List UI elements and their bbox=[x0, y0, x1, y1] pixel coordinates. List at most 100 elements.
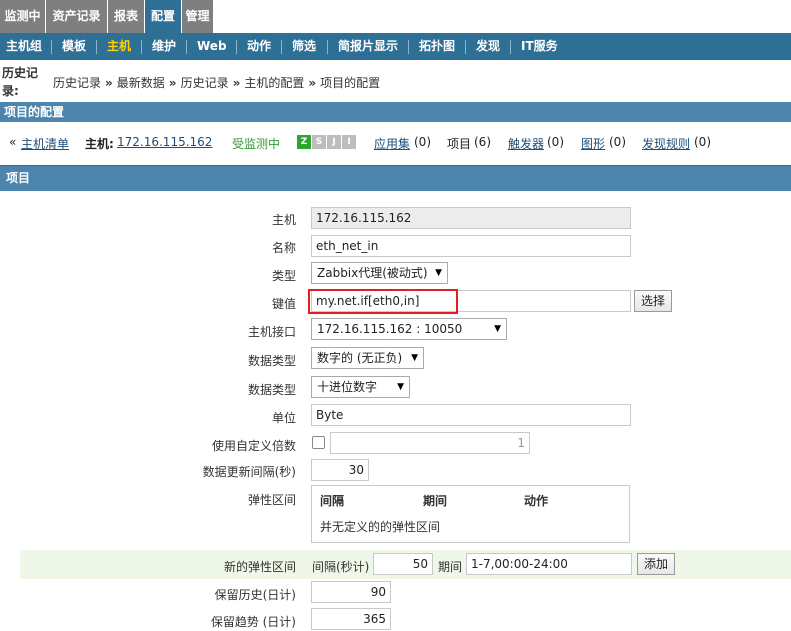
items-label: 项目 bbox=[447, 137, 472, 151]
new-flex-interval-input[interactable]: 50 bbox=[373, 553, 433, 575]
subnav-item-templates[interactable]: 模板 bbox=[62, 33, 86, 60]
new-flex-label: 新的弹性区间 bbox=[223, 560, 296, 574]
tab-configuration[interactable]: 配置 bbox=[145, 0, 181, 33]
multiplier-input: 1 bbox=[330, 432, 530, 454]
flex-column-interval: 间隔 bbox=[320, 494, 345, 508]
graphs-link[interactable]: 图形 bbox=[581, 135, 605, 152]
interval-input[interactable]: 30 bbox=[311, 459, 369, 481]
breadcrumb-item[interactable]: 最新数据 bbox=[117, 76, 165, 90]
type-select[interactable]: Zabbix代理(被动式) ▼ bbox=[311, 262, 448, 284]
chevron-down-icon: ▼ bbox=[397, 382, 404, 392]
subnav-separator bbox=[96, 40, 97, 54]
data-format-field-label: 数据类型 bbox=[247, 383, 296, 397]
triggers-count: (0) bbox=[547, 135, 564, 149]
top-navigation-fill bbox=[213, 0, 791, 33]
subnav-separator bbox=[281, 40, 282, 54]
data-type-select[interactable]: 数字的 (无正负) ▼ bbox=[311, 347, 424, 369]
key-select-button[interactable]: 选择 bbox=[634, 290, 673, 312]
subnav-item-hosts[interactable]: 主机 bbox=[107, 33, 131, 60]
subnav-separator bbox=[327, 40, 328, 54]
graphs-count: (0) bbox=[609, 135, 626, 149]
subnav-item-actions[interactable]: 动作 bbox=[247, 33, 271, 60]
breadcrumb-item[interactable]: 主机的配置 bbox=[244, 76, 304, 90]
breadcrumb-separator: » bbox=[308, 76, 317, 90]
interval-field-label: 数据更新间隔(秒) bbox=[202, 465, 296, 479]
history-days-input[interactable]: 90 bbox=[311, 581, 391, 603]
key-highlight-box bbox=[308, 289, 458, 314]
add-flex-button[interactable]: 添加 bbox=[637, 553, 676, 575]
subnav-item-web[interactable]: Web bbox=[197, 33, 227, 60]
units-input[interactable]: Byte bbox=[311, 404, 631, 426]
subnav-separator bbox=[510, 40, 511, 54]
subnav-item-maintenance[interactable]: 维护 bbox=[152, 33, 176, 60]
trends-days-input[interactable]: 365 bbox=[311, 608, 391, 630]
tab-reports[interactable]: 报表 bbox=[108, 0, 144, 33]
name-input[interactable]: eth_net_in bbox=[311, 235, 631, 257]
trends-days-label: 保留趋势 (日计) bbox=[210, 615, 296, 629]
breadcrumb: 历史记录» 最新数据» 历史记录» 主机的配置» 项目的配置 bbox=[53, 74, 380, 91]
snmp-icon: S bbox=[312, 135, 326, 149]
items-count: (6) bbox=[474, 135, 491, 149]
top-navigation: 监测中 资产记录 报表 配置 管理 bbox=[0, 0, 791, 33]
section-header: 项目 bbox=[0, 165, 791, 191]
interface-field-label: 主机接口 bbox=[247, 325, 296, 339]
multiplier-field-label: 使用自定义倍数 bbox=[211, 439, 296, 453]
new-flex-interval-label: 间隔(秒计) bbox=[312, 560, 370, 574]
tab-administration[interactable]: 管理 bbox=[182, 0, 213, 33]
history-bar: 历史记录: 历史记录» 最新数据» 历史记录» 主机的配置» 项目的配置 bbox=[0, 60, 791, 102]
interface-select[interactable]: 172.16.115.162 : 10050 ▼ bbox=[311, 318, 507, 340]
host-field: 172.16.115.162 bbox=[311, 207, 631, 229]
subnav-separator bbox=[236, 40, 237, 54]
subnav-item-maps[interactable]: 拓扑图 bbox=[419, 33, 455, 60]
new-flex-period-input[interactable]: 1-7,00:00-24:00 bbox=[466, 553, 632, 575]
ipmi-icon: I bbox=[342, 135, 356, 149]
subnav-separator bbox=[51, 40, 52, 54]
host-context-bar: « 主机清单 主机: 172.16.115.162 受监测中 Z S J I 应… bbox=[0, 130, 791, 156]
flex-column-action: 动作 bbox=[524, 494, 549, 508]
data-type-field-label: 数据类型 bbox=[247, 354, 296, 368]
chevron-down-icon: ▼ bbox=[435, 268, 442, 278]
breadcrumb-separator: » bbox=[232, 76, 241, 90]
data-type-select-value: 数字的 (无正负) bbox=[317, 351, 403, 365]
name-field-label: 名称 bbox=[271, 241, 296, 255]
data-format-select[interactable]: 十进位数字 ▼ bbox=[311, 376, 410, 398]
subnav-item-discovery[interactable]: 发现 bbox=[476, 33, 500, 60]
subnav-separator bbox=[141, 40, 142, 54]
multiplier-checkbox[interactable] bbox=[312, 436, 325, 449]
triggers-link[interactable]: 触发器 bbox=[508, 135, 544, 152]
host-ip-link[interactable]: 172.16.115.162 bbox=[117, 135, 212, 149]
history-label: 历史记录: bbox=[2, 66, 39, 98]
host-field-label: 主机 bbox=[271, 213, 296, 227]
breadcrumb-item[interactable]: 历史记录 bbox=[53, 76, 101, 90]
jmx-icon: J bbox=[327, 135, 341, 149]
applications-link[interactable]: 应用集 bbox=[374, 135, 410, 152]
units-field-label: 单位 bbox=[271, 411, 296, 425]
chevron-down-icon: ▼ bbox=[411, 353, 418, 363]
subnav-separator bbox=[186, 40, 187, 54]
discovery-rules-link[interactable]: 发现规则 bbox=[642, 135, 690, 152]
breadcrumb-item[interactable]: 项目的配置 bbox=[320, 76, 380, 90]
type-select-value: Zabbix代理(被动式) bbox=[317, 266, 428, 280]
new-flex-period-label: 期间 bbox=[438, 560, 463, 574]
type-field-label: 类型 bbox=[271, 269, 296, 283]
data-format-select-value: 十进位数字 bbox=[317, 380, 378, 394]
tab-inventory[interactable]: 资产记录 bbox=[46, 0, 107, 33]
chevron-down-icon: ▼ bbox=[494, 324, 501, 334]
host-status[interactable]: 受监测中 bbox=[232, 135, 280, 152]
flex-empty-message: 并无定义的的弹性区间 bbox=[320, 520, 441, 534]
host-list-link[interactable]: 主机清单 bbox=[21, 135, 69, 152]
subnav-item-filters[interactable]: 筛选 bbox=[292, 33, 316, 60]
sub-navigation: 主机组 模板 主机 维护 Web 动作 筛选 简报片显示 拓扑图 发现 IT服务 bbox=[0, 33, 791, 60]
subnav-separator bbox=[465, 40, 466, 54]
subnav-item-host-groups[interactable]: 主机组 bbox=[6, 33, 42, 60]
flex-intervals-table: 间隔 期间 动作 并无定义的的弹性区间 bbox=[311, 485, 630, 543]
flex-column-period: 期间 bbox=[423, 494, 448, 508]
subnav-item-slides[interactable]: 简报片显示 bbox=[338, 33, 398, 60]
breadcrumb-separator: » bbox=[168, 76, 177, 90]
host-label: 主机: bbox=[85, 137, 114, 151]
subnav-item-it-services[interactable]: IT服务 bbox=[521, 33, 558, 60]
tab-monitoring[interactable]: 监测中 bbox=[0, 0, 45, 33]
breadcrumb-item[interactable]: 历史记录 bbox=[181, 76, 229, 90]
zabbix-agent-icon: Z bbox=[297, 135, 311, 149]
history-days-label: 保留历史(日计) bbox=[214, 588, 296, 602]
